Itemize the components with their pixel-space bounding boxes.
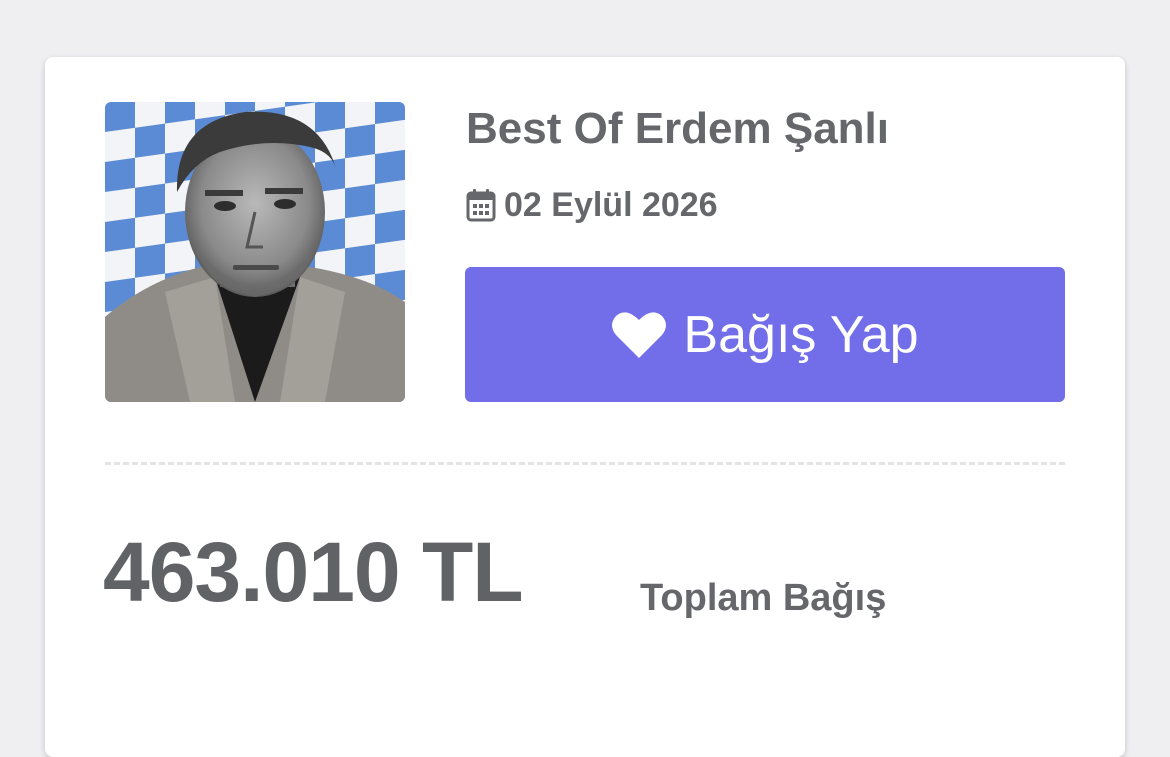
donate-button[interactable]: Bağış Yap	[465, 267, 1065, 402]
heart-icon	[612, 311, 667, 358]
event-title: Best Of Erdem Şanlı	[466, 104, 890, 153]
divider	[105, 462, 1065, 465]
total-donation-amount: 463.010 TL	[103, 525, 524, 619]
event-date-text: 02 Eylül 2026	[504, 185, 718, 224]
event-date: 02 Eylül 2026	[466, 185, 718, 225]
donate-button-label: Bağış Yap	[683, 305, 919, 364]
total-donation-label: Toplam Bağış	[640, 577, 887, 619]
calendar-icon	[466, 189, 496, 222]
event-card: Best Of Erdem Şanlı 02 Eylül 2026 Bağış …	[45, 57, 1125, 757]
artist-photo	[105, 102, 405, 402]
